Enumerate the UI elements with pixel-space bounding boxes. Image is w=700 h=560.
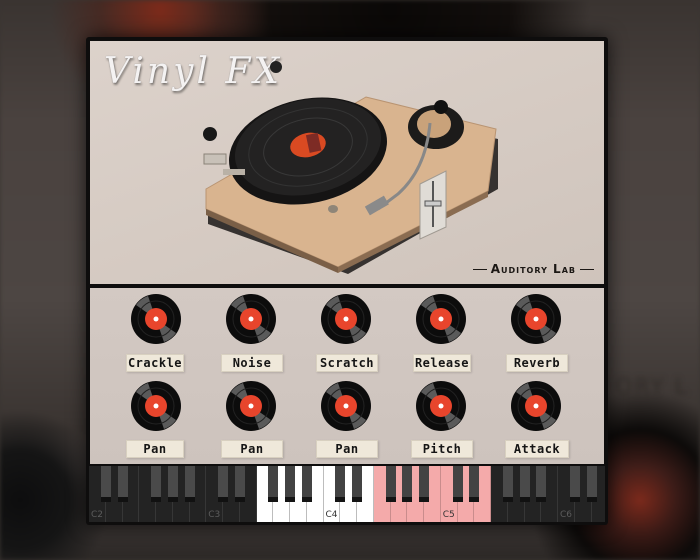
knob-attack-row2[interactable]: [510, 380, 562, 432]
black-key-f-sharp2[interactable]: [151, 466, 161, 502]
knob-label-pan: Pan: [126, 440, 184, 458]
knob-scratch[interactable]: [320, 293, 372, 345]
knob-release[interactable]: [415, 293, 467, 345]
black-key-d-sharp3[interactable]: [234, 466, 245, 502]
black-key-d-sharp5[interactable]: [469, 466, 480, 502]
black-key-a-sharp5[interactable]: [536, 466, 547, 502]
knob-label-crackle: Crackle: [126, 354, 184, 372]
knob-label-pan: Pan: [316, 440, 378, 458]
knob-label-release: Release: [413, 354, 471, 372]
black-key-g-sharp2[interactable]: [167, 466, 178, 502]
black-key-c-sharp5[interactable]: [452, 466, 463, 502]
knob-label-pitch: Pitch: [411, 440, 473, 458]
knob-label-attack: Attack: [505, 440, 569, 458]
knob-crackle[interactable]: [130, 293, 182, 345]
brand-text: Auditory Lab: [490, 262, 576, 276]
octave-label-c6: C6: [560, 510, 573, 520]
knob-pan-row2[interactable]: [320, 380, 372, 432]
knob-pan-row2[interactable]: [225, 380, 277, 432]
black-key-f-sharp3[interactable]: [268, 466, 279, 502]
black-key-d-sharp4[interactable]: [352, 466, 362, 502]
black-key-f-sharp4[interactable]: [385, 466, 396, 502]
black-key-c-sharp6[interactable]: [569, 466, 580, 502]
background-blurred-text: ORY L: [615, 375, 689, 400]
black-key-f-sharp5[interactable]: [502, 466, 513, 502]
knob-label-scratch: Scratch: [316, 354, 378, 372]
black-key-c-sharp2[interactable]: [100, 466, 111, 502]
black-key-g-sharp4[interactable]: [402, 466, 413, 502]
black-key-d-sharp2[interactable]: [117, 466, 128, 502]
knob-reverb[interactable]: [510, 293, 562, 345]
header-panel: Vinyl FX Auditory Lab: [90, 41, 604, 284]
black-key-g-sharp5[interactable]: [519, 466, 530, 502]
turntable-image: [203, 61, 498, 274]
knob-pan-row2[interactable]: [130, 380, 182, 432]
black-key-a-sharp2[interactable]: [184, 466, 195, 502]
knob-pitch-row2[interactable]: [415, 380, 467, 432]
black-key-g-sharp3[interactable]: [285, 466, 295, 502]
black-key-a-sharp3[interactable]: [301, 466, 312, 502]
knob-label-reverb: Reverb: [506, 354, 568, 372]
piano-keyboard[interactable]: C2 C3 C4 C5 C6: [89, 466, 605, 522]
octave-label-c2: C2: [91, 510, 104, 520]
black-key-d-sharp6[interactable]: [586, 466, 597, 502]
black-key-a-sharp4[interactable]: [419, 466, 429, 502]
black-key-c-sharp4[interactable]: [335, 466, 346, 502]
brand-rule-left: [472, 268, 487, 270]
brand-logo: Auditory Lab: [472, 262, 594, 276]
knob-label-noise: Noise: [221, 354, 283, 372]
controls-panel: Crackle Noise Scratch Release Reverb Pan Pan Pa…: [90, 288, 604, 464]
octave-label-c5: C5: [442, 510, 455, 520]
octave-label-c3: C3: [208, 510, 221, 520]
brand-rule-right: [580, 268, 594, 270]
black-key-c-sharp3[interactable]: [218, 466, 228, 502]
knob-noise[interactable]: [225, 293, 277, 345]
octave-label-c4: C4: [325, 510, 338, 520]
knob-label-pan: Pan: [221, 440, 283, 458]
